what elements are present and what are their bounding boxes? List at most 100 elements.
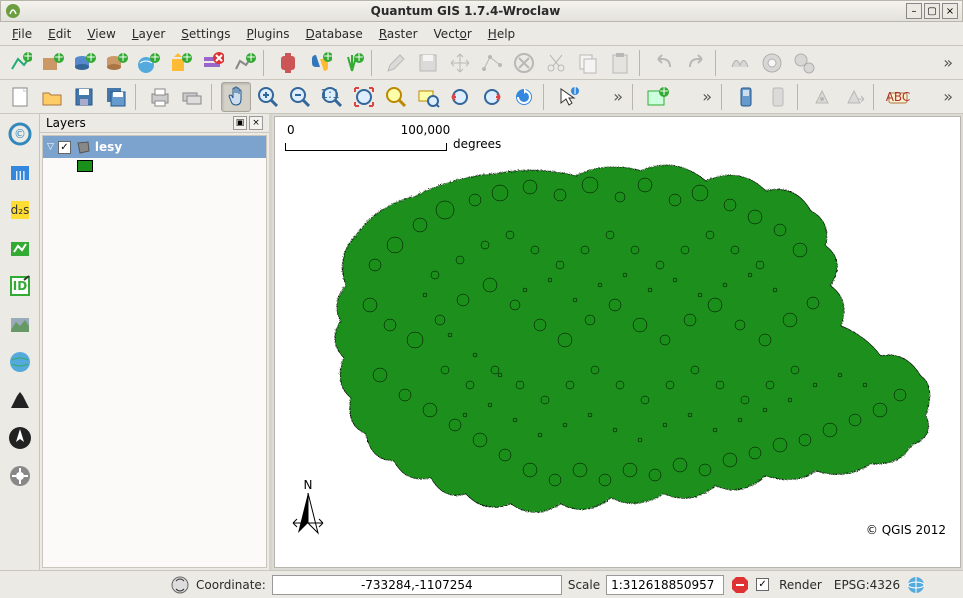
add-delimited-text-icon[interactable]: + (642, 82, 672, 112)
copy-features-icon[interactable] (573, 48, 603, 78)
quick-print-icon[interactable] (6, 462, 34, 490)
event-browser-icon[interactable]: III (6, 158, 34, 186)
add-wfs-layer-icon[interactable]: + (165, 48, 195, 78)
zoom-layer-icon[interactable] (413, 82, 443, 112)
georeferencer-icon[interactable] (807, 82, 837, 112)
add-raster-layer-icon[interactable]: + (37, 48, 67, 78)
toolbar-overflow-icon[interactable]: » (607, 87, 629, 106)
title-bar: Quantum GIS 1.7.4-Wroclaw – ▢ × (0, 0, 963, 22)
save-project-icon[interactable] (69, 82, 99, 112)
evis-icon[interactable] (6, 234, 34, 262)
svg-text:+: + (659, 85, 669, 98)
zoom-in-icon[interactable] (253, 82, 283, 112)
scale-input[interactable] (606, 575, 724, 595)
interpolation-icon[interactable]: ID (6, 272, 34, 300)
print-composer-icon[interactable] (145, 82, 175, 112)
maximize-button[interactable]: ▢ (924, 3, 940, 19)
toolbar-separator (721, 84, 727, 110)
zoom-out-icon[interactable] (285, 82, 315, 112)
add-part-icon[interactable] (789, 48, 819, 78)
menu-edit[interactable]: Edit (40, 24, 79, 44)
simplify-feature-icon[interactable] (725, 48, 755, 78)
manage-plugins-icon[interactable] (273, 48, 303, 78)
new-vector-layer-icon[interactable]: + (229, 48, 259, 78)
render-checkbox[interactable]: ✓ (756, 578, 769, 591)
minimize-button[interactable]: – (906, 3, 922, 19)
menu-settings[interactable]: Settings (173, 24, 238, 44)
menu-help[interactable]: Help (480, 24, 523, 44)
move-feature-icon[interactable] (445, 48, 475, 78)
histogram-icon[interactable] (6, 386, 34, 414)
menu-file[interactable]: File (4, 24, 40, 44)
layer-item[interactable]: ▽ ✓ lesy (43, 136, 266, 158)
zoom-full-icon[interactable] (349, 82, 379, 112)
edit-pencil-icon[interactable] (381, 48, 411, 78)
grass-tools-icon[interactable]: + (337, 48, 367, 78)
composer-manager-icon[interactable] (177, 82, 207, 112)
save-edits-icon[interactable] (413, 48, 443, 78)
north-label: N (304, 479, 313, 492)
toolbar-separator (797, 84, 803, 110)
layers-panel-close-icon[interactable]: × (249, 116, 263, 130)
remove-layer-icon[interactable] (197, 48, 227, 78)
python-console-icon[interactable]: + (305, 48, 335, 78)
gps-tools-icon[interactable] (731, 82, 761, 112)
expand-toggle-icon[interactable]: ▽ (47, 142, 54, 152)
menu-view[interactable]: View (79, 24, 123, 44)
stop-render-icon[interactable] (730, 575, 750, 595)
menu-layer[interactable]: Layer (124, 24, 173, 44)
svg-text:+: + (86, 51, 96, 64)
redo-icon[interactable] (681, 48, 711, 78)
menu-plugins[interactable]: Plugins (239, 24, 298, 44)
add-wms-layer-icon[interactable]: + (133, 48, 163, 78)
coordinate-capture-icon[interactable]: © (6, 120, 34, 148)
svg-text:d₂s: d₂s (10, 203, 29, 217)
node-tool-icon[interactable] (477, 48, 507, 78)
close-button[interactable]: × (942, 3, 958, 19)
zoom-next-icon[interactable] (477, 82, 507, 112)
dxf2shp-icon[interactable]: d₂s (6, 196, 34, 224)
menu-vector[interactable]: Vector (426, 24, 480, 44)
pan-map-icon[interactable] (221, 82, 251, 112)
add-spatialite-layer-icon[interactable]: + (101, 48, 131, 78)
north-arrow-icon[interactable] (6, 424, 34, 452)
identify-features-icon[interactable]: i (553, 82, 583, 112)
crs-label: EPSG:4326 (834, 578, 900, 592)
zoom-selection-icon[interactable] (381, 82, 411, 112)
crs-button-icon[interactable] (906, 575, 926, 595)
wps-icon[interactable] (6, 348, 34, 376)
undo-icon[interactable] (649, 48, 679, 78)
new-project-icon[interactable] (5, 82, 35, 112)
zoom-last-icon[interactable] (445, 82, 475, 112)
raster-terrain-icon[interactable] (6, 310, 34, 338)
toolbar-overflow-icon[interactable]: » (937, 53, 959, 72)
zoom-native-icon[interactable]: 1:1 (317, 82, 347, 112)
svg-text:+: + (54, 51, 64, 64)
toolbar-overflow-icon[interactable]: » (696, 87, 718, 106)
toggle-extents-icon[interactable] (170, 575, 190, 595)
menu-raster[interactable]: Raster (371, 24, 426, 44)
paste-features-icon[interactable] (605, 48, 635, 78)
labeling-icon[interactable]: ABC (883, 82, 913, 112)
add-vector-layer-icon[interactable]: + (5, 48, 35, 78)
add-ring-icon[interactable] (757, 48, 787, 78)
menu-database[interactable]: Database (298, 24, 371, 44)
toolbar-separator (873, 84, 879, 110)
delete-selected-icon[interactable] (509, 48, 539, 78)
layers-list[interactable]: ▽ ✓ lesy (42, 135, 267, 568)
gps-import-icon[interactable] (763, 82, 793, 112)
toolbar-overflow-icon[interactable]: » (937, 87, 959, 106)
polygon-layer-icon (75, 139, 91, 155)
cut-features-icon[interactable] (541, 48, 571, 78)
layers-panel-undock-icon[interactable]: ▣ (233, 116, 247, 130)
window-title: Quantum GIS 1.7.4-Wroclaw (27, 4, 904, 18)
render-label: Render (779, 578, 822, 592)
coordinate-input[interactable] (272, 575, 562, 595)
map-canvas[interactable]: 0100,000 degrees N © QGIS 2012 (274, 116, 961, 568)
open-project-icon[interactable] (37, 82, 67, 112)
add-postgis-layer-icon[interactable]: + (69, 48, 99, 78)
save-project-as-icon[interactable] (101, 82, 131, 112)
refresh-icon[interactable] (509, 82, 539, 112)
layer-visibility-checkbox[interactable]: ✓ (58, 141, 71, 154)
georef-run-icon[interactable] (839, 82, 869, 112)
